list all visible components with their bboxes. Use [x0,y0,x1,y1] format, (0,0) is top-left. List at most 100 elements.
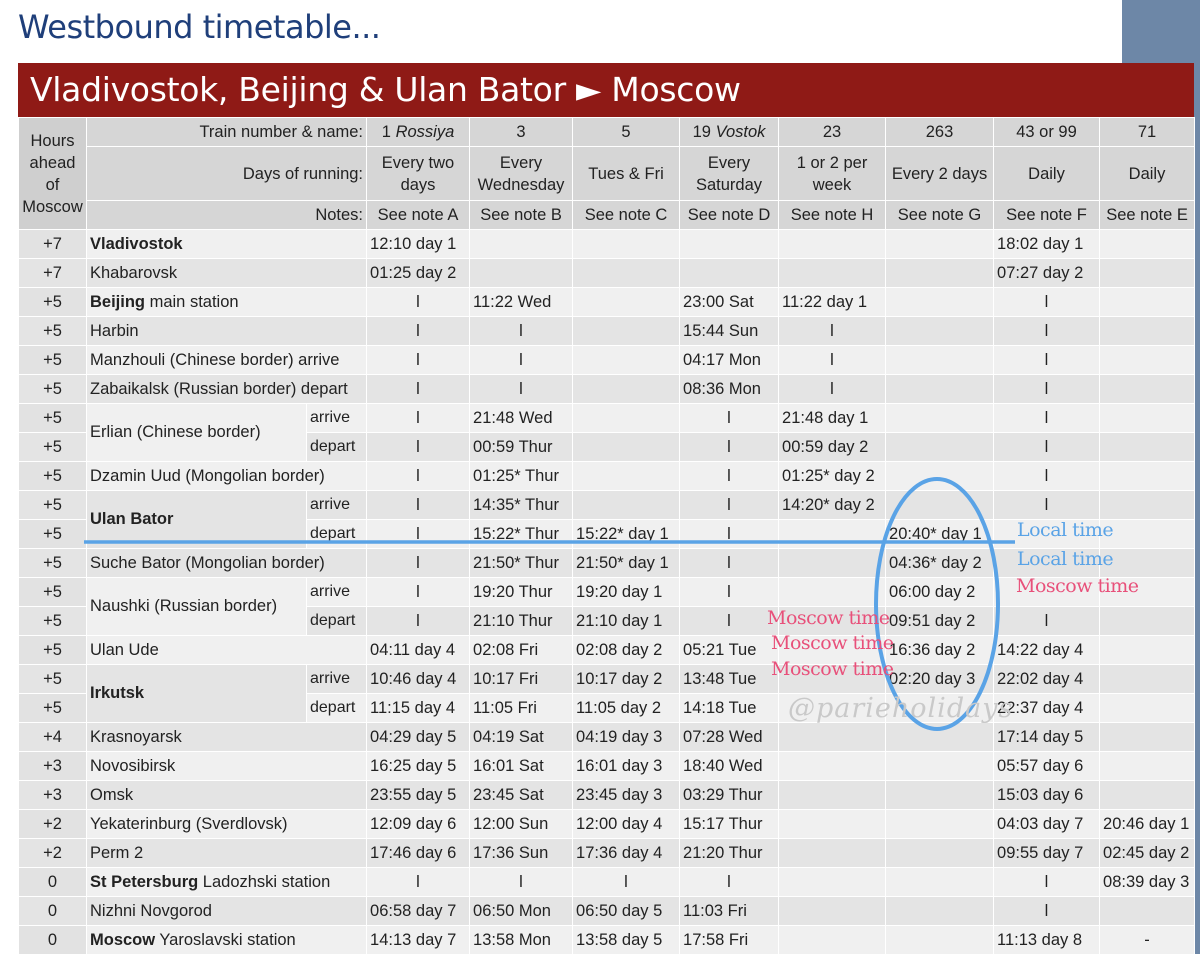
station-row: 0 Moscow Yaroslavski station 14:13 day 7 13… [18,925,1196,955]
time-cell: l [993,867,1101,897]
time-cell: l [679,461,780,491]
time-cell: 17:46 day 6 [366,838,471,868]
arrive-depart-label: depart [305,606,368,636]
time-cell: l [366,490,471,520]
hours-ahead-cell: 0 [18,925,87,955]
time-cell: 01:25* day 2 [778,461,887,491]
time-cell: 13:58 Mon [469,925,574,955]
time-cell: 19:20 day 1 [572,577,681,607]
time-cell: 12:09 day 6 [366,809,471,839]
time-cell [778,229,887,259]
time-cell: 23:45 day 3 [572,780,681,810]
train-number: 5 [621,123,631,141]
time-cell: 15:22* day 1 [572,519,681,549]
time-cell: 10:17 day 2 [572,664,681,694]
note-cell: See note A [366,200,471,230]
time-cell [885,751,995,781]
days-cell: Daily [1099,146,1196,201]
time-cell [1099,693,1196,723]
station-row: 0 Nizhni Novgorod 06:58 day 7 06:50 Mon 06:5… [18,896,1196,926]
time-cell: 14:18 Tue [679,693,780,723]
train-number-cell: 43 or 99 [993,117,1101,147]
time-cell: l [993,287,1101,317]
hours-header-line: ahead [29,153,76,172]
moscow-time-annotation-right: Moscow time [1016,575,1139,597]
time-cell [1099,461,1196,491]
time-cell [885,838,995,868]
train-name: Rossiya [395,123,455,141]
station-name: Ulan Bator [86,490,307,549]
notes-label: Notes: [85,200,368,230]
time-cell [572,287,681,317]
time-cell: l [366,287,471,317]
train-number: 43 or 99 [1016,123,1077,141]
timetable-banner: Vladivostok, Beijing & Ulan Bator ► Mosc… [18,63,1194,117]
hours-ahead-header: Hours ahead of Moscow [18,117,87,230]
station-name-text: Novosibirsk [90,756,176,775]
time-cell: 14:22 day 4 [993,635,1101,665]
arrive-depart-label: depart [305,519,368,549]
train-number-cell: 19 Vostok [679,117,780,147]
station-name: Manzhouli (Chinese border) arrive [85,345,368,375]
hours-ahead-cell: +4 [18,722,87,752]
days-row: Days of running: Every two days Every Wednes… [19,146,1196,201]
time-cell: 01:25 day 2 [366,258,471,288]
time-cell [885,374,995,404]
days-line: Daily [1128,164,1166,183]
time-cell: 21:10 Thur [469,606,574,636]
hours-header-line: Moscow [22,197,83,216]
time-cell: l [469,316,574,346]
time-cell [1099,780,1196,810]
time-cell: l [993,896,1101,926]
time-cell: 15:03 day 6 [993,780,1101,810]
time-cell [778,896,887,926]
hours-ahead-cell: +2 [18,809,87,839]
time-cell [1099,722,1196,752]
station-row: +5 Ulan Bator arrive l 14:35* Thur l 14:20* da… [18,490,1196,549]
hours-header-line: of [45,175,60,194]
station-name-text: Omsk [90,785,134,804]
station-name-text: Nizhni Novgorod [90,901,212,920]
train-number: 23 [822,123,842,141]
hours-ahead-cell: +5 [18,316,87,346]
days-line: Daily [1028,164,1065,183]
time-cell: 21:10 day 1 [572,606,681,636]
hours-ahead-cell: +5 [18,519,87,549]
time-cell [1099,606,1196,636]
time-cell: l [778,316,887,346]
hours-ahead-cell: 0 [18,896,87,926]
time-cell: l [679,606,780,636]
time-cell: l [366,403,471,433]
time-cell [885,316,995,346]
hours-ahead-cell: +5 [18,664,87,694]
time-cell: 13:58 day 5 [572,925,681,955]
time-cell: l [993,316,1101,346]
station-name-text: Manzhouli (Chinese border) arrive [90,350,340,369]
time-cell [1099,345,1196,375]
time-cell [1099,287,1196,317]
time-cell [885,780,995,810]
time-cell [679,258,780,288]
station-row: +4 Krasnoyarsk 04:29 day 5 04:19 Sat 04:19 d… [18,722,1196,752]
hours-ahead-cell: +5 [18,577,87,607]
time-cell [778,867,887,897]
station-name: Vladivostok [85,229,368,259]
time-cell: 21:20 Thur [679,838,780,868]
time-cell [778,548,887,578]
time-cell: 19:20 Thur [469,577,574,607]
time-cell: l [469,345,574,375]
station-name-text: Harbin [90,321,139,340]
time-cell: 11:03 Fri [679,896,780,926]
time-cell: l [993,432,1101,462]
note-cell: See note B [469,200,574,230]
time-cell: l [572,867,681,897]
days-line: Every [707,153,751,172]
station-row: +7 Khabarovsk 01:25 day 2 07:27 day 2 [18,258,1196,288]
days-line: Every [499,153,543,172]
watermark: @parieholidays [788,693,1014,724]
station-row: +5 Irkutsk arrive 10:46 day 4 10:17 Fri 10:17… [18,664,1196,723]
time-cell [778,925,887,955]
time-cell: l [469,374,574,404]
hours-ahead-cell: +5 [18,548,87,578]
time-cell: l [366,316,471,346]
